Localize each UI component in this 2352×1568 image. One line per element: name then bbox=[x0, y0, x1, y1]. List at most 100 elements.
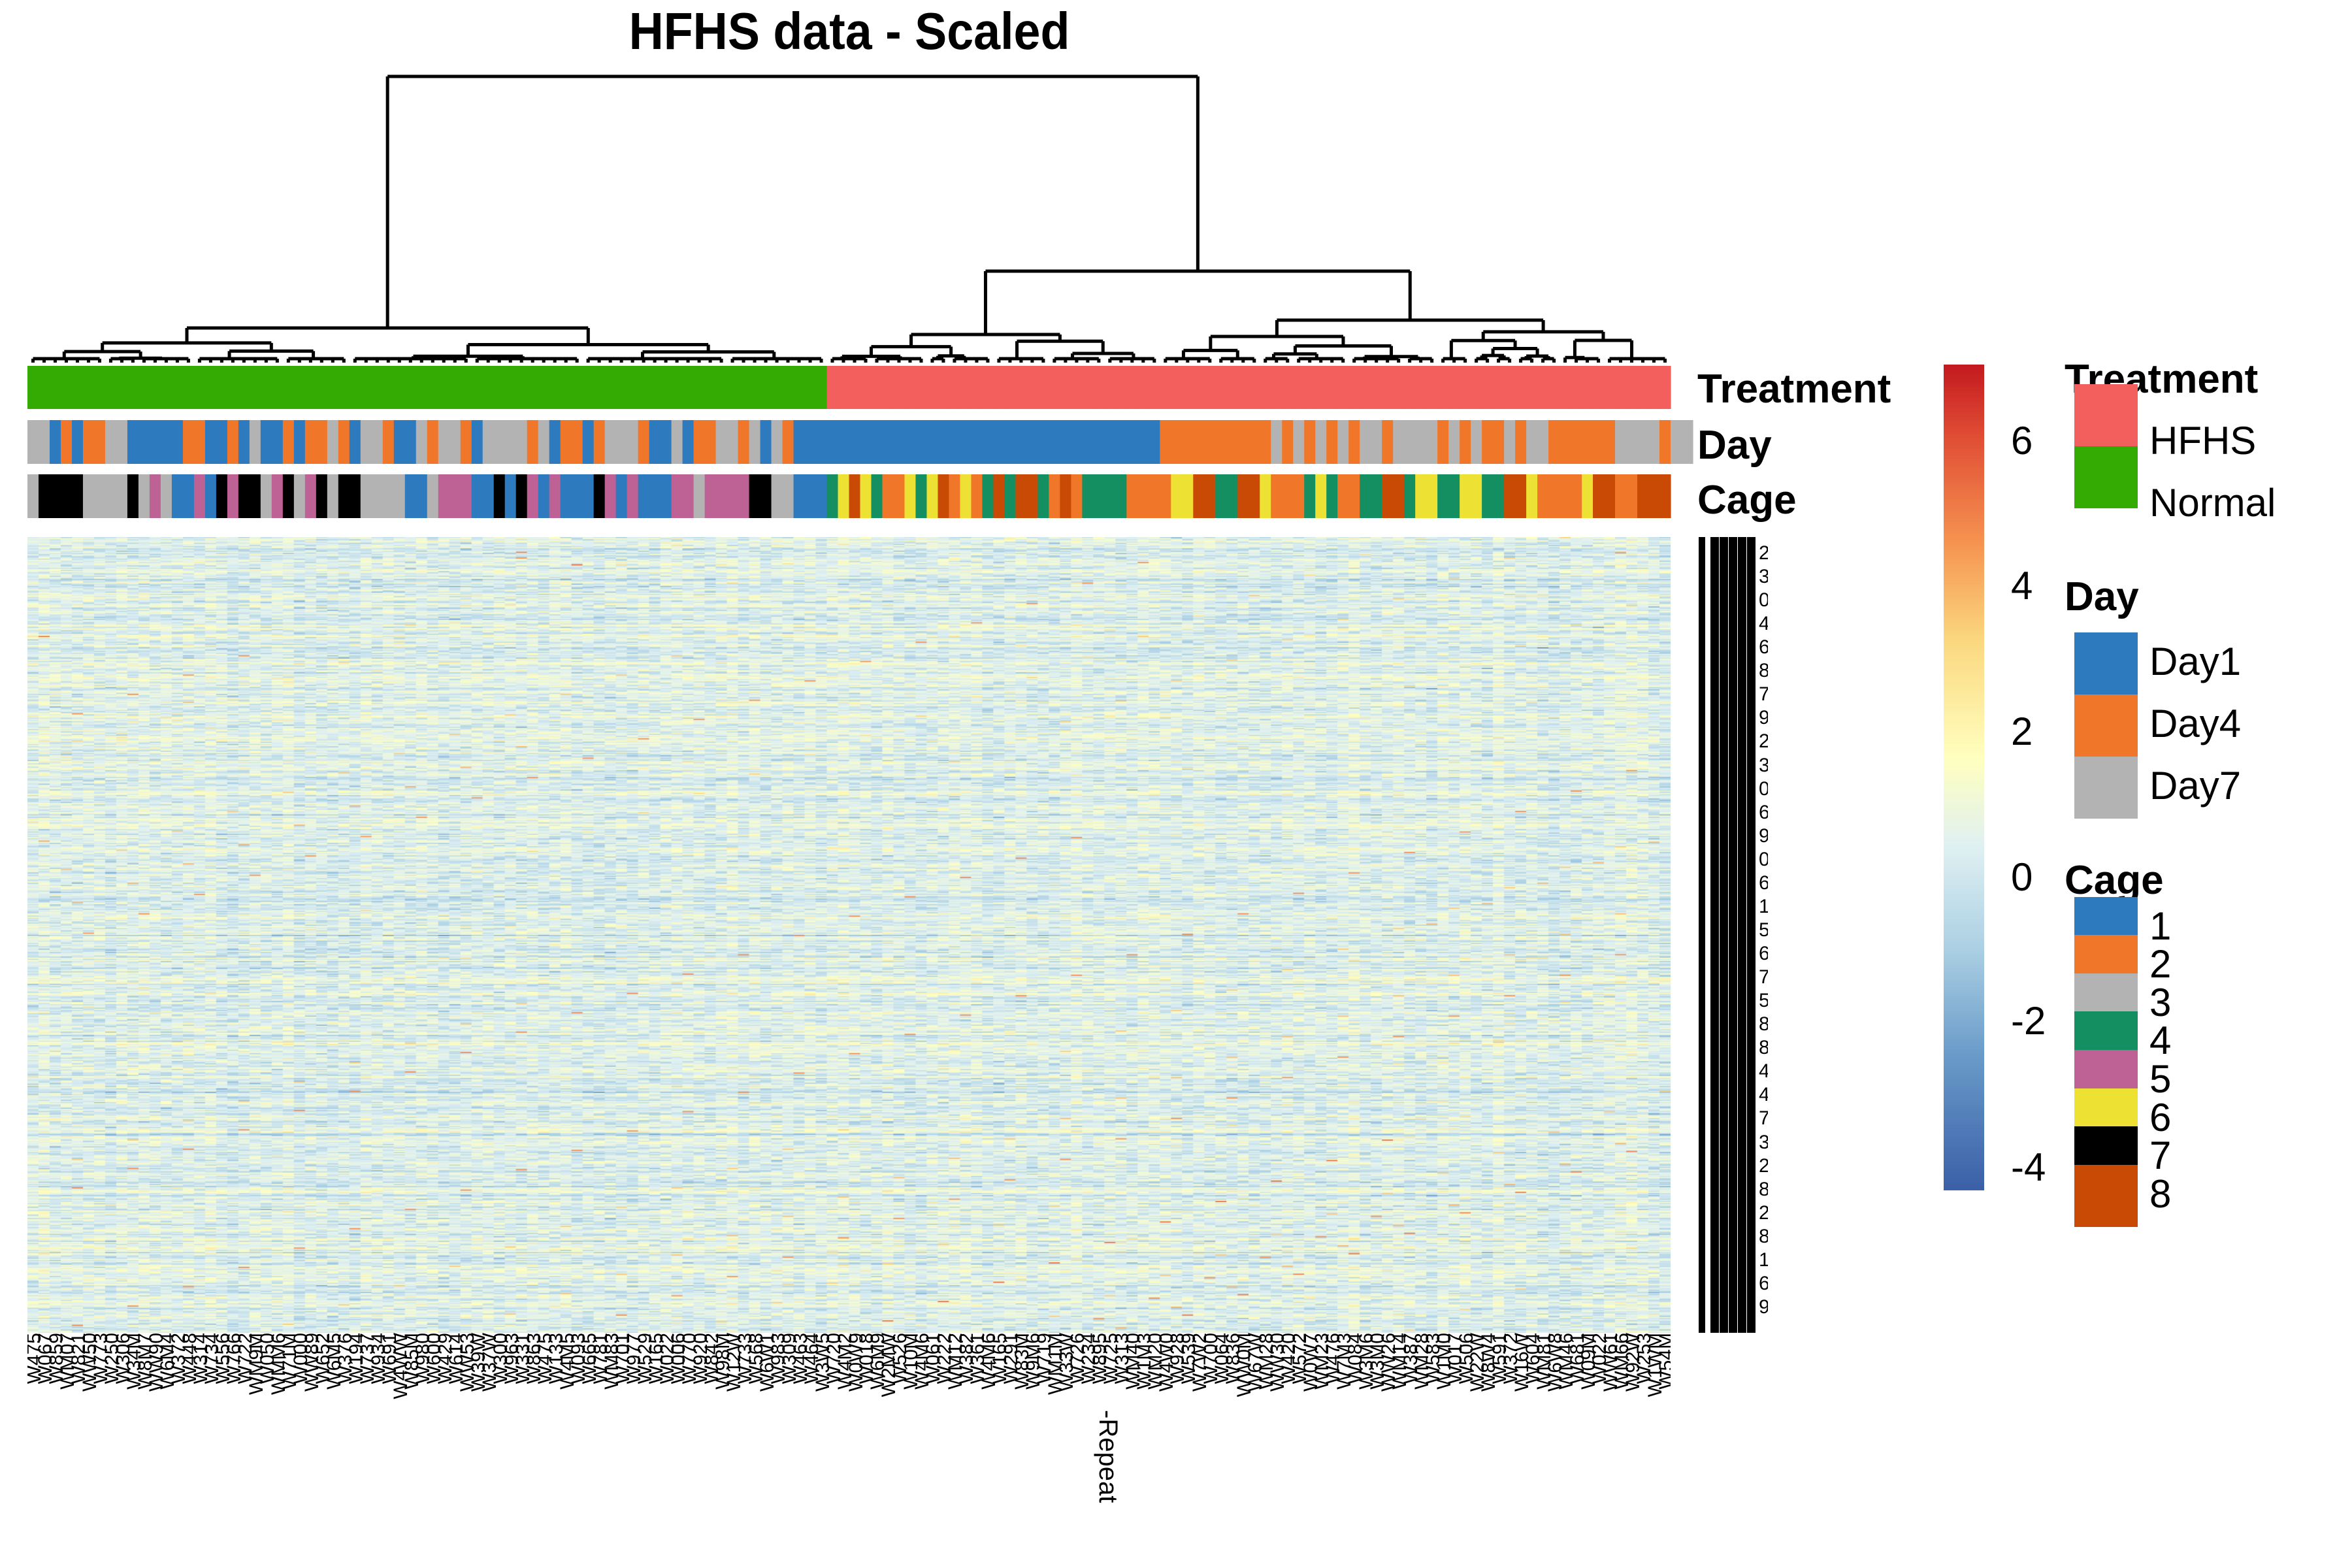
annotation-cell-cage bbox=[404, 474, 417, 518]
annotation-cell-cage bbox=[1604, 474, 1616, 518]
row-label: 2 bbox=[1759, 1201, 1768, 1224]
annotation-cell-day bbox=[1360, 420, 1371, 464]
annotation-cell-day bbox=[1249, 420, 1260, 464]
annotation-cell-cage bbox=[438, 474, 450, 518]
annotation-cell-day bbox=[1326, 420, 1338, 464]
annotation-cell-day bbox=[871, 420, 883, 464]
annotation-cell-treatment bbox=[1504, 366, 1516, 409]
annotation-cell-cage bbox=[1204, 474, 1216, 518]
row-label: 2 bbox=[1759, 542, 1768, 564]
annotation-cell-treatment bbox=[604, 366, 617, 409]
annotation-cell-treatment bbox=[982, 366, 994, 409]
legend-label-day4: Day4 bbox=[2149, 702, 2242, 745]
annotation-cell-treatment bbox=[1215, 366, 1227, 409]
annotation-cell-cage bbox=[482, 474, 495, 518]
annotation-cell-day bbox=[1426, 420, 1438, 464]
annotation-cell-day bbox=[182, 420, 195, 464]
annotation-cell-day bbox=[738, 420, 750, 464]
annotation-cell-cage bbox=[1060, 474, 1071, 518]
annotation-cell-cage bbox=[1037, 474, 1049, 518]
annotation-cell-day bbox=[171, 420, 184, 464]
annotation-cell-cage bbox=[1271, 474, 1282, 518]
annotation-cell-day bbox=[1537, 420, 1549, 464]
annotation-cell-treatment bbox=[593, 366, 606, 409]
annotation-cell-day bbox=[493, 420, 506, 464]
annotation-cell-treatment bbox=[1326, 366, 1338, 409]
annotation-cell-cage bbox=[1315, 474, 1327, 518]
annotation-cell-cage bbox=[1193, 474, 1205, 518]
annotation-cell-treatment bbox=[826, 366, 839, 409]
annotation-cell-day bbox=[1671, 420, 1682, 464]
annotation-cell-cage bbox=[1560, 474, 1571, 518]
annotation-cell-day bbox=[1415, 420, 1427, 464]
annotation-cell-cage bbox=[460, 474, 472, 518]
legend-swatch-day4 bbox=[2074, 694, 2138, 757]
annotation-cell-treatment bbox=[1082, 366, 1094, 409]
row-label: 3 bbox=[1759, 566, 1768, 588]
annotation-cell-cage bbox=[1182, 474, 1194, 518]
annotation-cell-day bbox=[749, 420, 761, 464]
annotation-cell-day bbox=[49, 420, 61, 464]
annotation-cell-treatment bbox=[1182, 366, 1194, 409]
annotation-cell-treatment bbox=[1160, 366, 1171, 409]
annotation-cell-treatment bbox=[327, 366, 339, 409]
annotation-cell-treatment bbox=[238, 366, 250, 409]
annotation-cell-cage bbox=[960, 474, 972, 518]
colorbar-tick: 4 bbox=[2011, 564, 2033, 608]
annotation-cell-treatment bbox=[304, 366, 317, 409]
annotation-cell-cage bbox=[1149, 474, 1160, 518]
annotation-cell-treatment bbox=[460, 366, 472, 409]
annotation-cell-cage bbox=[1482, 474, 1494, 518]
legend-swatch-day1 bbox=[2074, 632, 2138, 694]
annotation-cell-day bbox=[793, 420, 806, 464]
annotation-cell-cage bbox=[560, 474, 572, 518]
annotation-cell-day bbox=[1160, 420, 1171, 464]
row-label-stack bbox=[1699, 537, 1705, 1333]
row-label: 4 bbox=[1759, 1084, 1768, 1106]
annotation-cell-day bbox=[1271, 420, 1282, 464]
annotation-cell-treatment bbox=[227, 366, 239, 409]
annotation-cell-cage bbox=[704, 474, 717, 518]
annotation-cell-treatment bbox=[693, 366, 706, 409]
annotation-cell-day bbox=[1659, 420, 1671, 464]
annotation-cell-cage bbox=[926, 474, 939, 518]
annotation-cell-treatment bbox=[1659, 366, 1671, 409]
legend-label-cage-8: 8 bbox=[2149, 1172, 2172, 1216]
annotation-cell-day bbox=[1293, 420, 1305, 464]
annotation-cell-day bbox=[971, 420, 983, 464]
annotation-cell-treatment bbox=[360, 366, 372, 409]
annotation-cell-cage bbox=[1371, 474, 1382, 518]
annotation-cell-day bbox=[1604, 420, 1616, 464]
annotation-cell-cage bbox=[527, 474, 539, 518]
annotation-cell-day bbox=[649, 420, 661, 464]
row-label: 8 bbox=[1759, 1013, 1768, 1036]
annotation-cell-cage bbox=[1348, 474, 1360, 518]
annotation-cell-day bbox=[849, 420, 861, 464]
annotation-cell-cage bbox=[1226, 474, 1238, 518]
annotation-cell-treatment bbox=[1648, 366, 1660, 409]
annotation-cell-cage bbox=[1326, 474, 1338, 518]
annotation-cell-cage bbox=[638, 474, 650, 518]
column-annotations bbox=[27, 366, 1693, 518]
annotation-cell-cage bbox=[138, 474, 150, 518]
annotation-cell-cage bbox=[1126, 474, 1138, 518]
row-label: 8 bbox=[1759, 660, 1768, 682]
annotation-cell-cage bbox=[71, 474, 84, 518]
annotation-cell-day bbox=[1215, 420, 1227, 464]
annotation-cell-treatment bbox=[1193, 366, 1205, 409]
annotation-cell-treatment bbox=[527, 366, 539, 409]
annotation-cell-day bbox=[938, 420, 950, 464]
annotation-cell-treatment bbox=[1171, 366, 1183, 409]
annotation-cell-cage bbox=[793, 474, 806, 518]
annotation-cell-cage bbox=[1571, 474, 1582, 518]
annotation-cell-treatment bbox=[815, 366, 828, 409]
annotation-cell-treatment bbox=[1260, 366, 1271, 409]
annotation-cell-day bbox=[471, 420, 483, 464]
annotation-cell-treatment bbox=[760, 366, 772, 409]
annotation-cell-treatment bbox=[1382, 366, 1394, 409]
annotation-cell-cage bbox=[1404, 474, 1416, 518]
row-label: 5 bbox=[1759, 990, 1768, 1012]
annotation-cell-treatment bbox=[349, 366, 361, 409]
annotation-cell-cage bbox=[360, 474, 372, 518]
row-label: 8 bbox=[1759, 1037, 1768, 1059]
